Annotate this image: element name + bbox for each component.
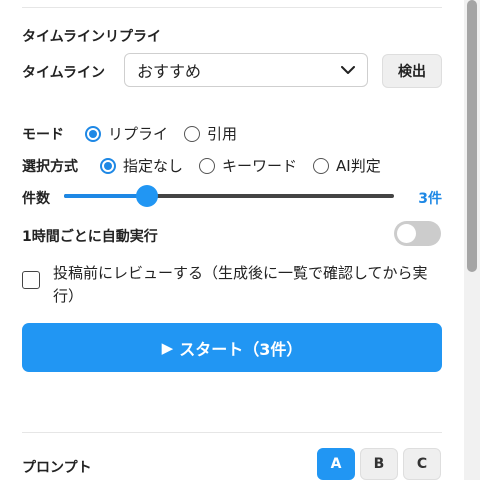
mode-option-reply[interactable]: リプライ (85, 123, 168, 144)
auto-run-toggle[interactable] (394, 221, 441, 246)
mode-radio-group: リプライ 引用 (85, 123, 253, 144)
radio-selected-icon[interactable] (85, 125, 101, 142)
radio-unselected-icon[interactable] (184, 125, 201, 142)
selection-option-label: AI判定 (336, 157, 381, 175)
selection-option-keyword[interactable]: キーワード (199, 155, 297, 176)
timeline-select-value: おすすめ (137, 62, 202, 81)
radio-selected-icon[interactable] (100, 157, 116, 174)
start-button-label: スタート（3件） (179, 339, 303, 359)
prompt-tab-a[interactable]: A (317, 448, 355, 480)
timeline-label: タイムライン (22, 65, 106, 81)
radio-unselected-icon[interactable] (199, 157, 216, 174)
mode-option-label: 引用 (207, 125, 238, 143)
selection-option-label: キーワード (222, 157, 298, 175)
prompt-tab-c[interactable]: C (403, 448, 441, 480)
radio-unselected-icon[interactable] (313, 157, 330, 174)
timeline-select[interactable]: おすすめ (124, 53, 368, 87)
scrollbar-thumb[interactable] (467, 0, 477, 272)
section-divider (22, 432, 442, 433)
selection-option-label: 指定なし (123, 157, 184, 175)
toggle-knob (397, 224, 416, 243)
section-title: タイムラインリプライ (22, 29, 162, 45)
selection-radio-group: 指定なし キーワード AI判定 (100, 155, 397, 176)
selection-option-ai[interactable]: AI判定 (313, 155, 381, 176)
start-button[interactable]: ▶ スタート（3件） (22, 323, 442, 372)
play-icon: ▶ (161, 338, 174, 357)
selection-label: 選択方式 (22, 159, 78, 175)
selection-option-none[interactable]: 指定なし (100, 155, 183, 176)
review-label[interactable]: 投稿前にレビューする（生成後に一覧で確認してから実行） (53, 262, 443, 308)
top-divider (22, 7, 442, 8)
auto-run-label: 1時間ごとに自動実行 (22, 229, 158, 245)
review-checkbox[interactable] (22, 271, 40, 289)
scrollbar-track[interactable] (464, 0, 480, 480)
mode-option-quote[interactable]: 引用 (184, 123, 237, 144)
settings-panel: タイムラインリプライ タイムライン おすすめ 検出 モード リプライ 引用 選択… (0, 0, 464, 480)
count-slider-fill (64, 194, 147, 198)
mode-label: モード (22, 127, 64, 143)
mode-option-label: リプライ (108, 125, 169, 143)
detect-button[interactable]: 検出 (382, 54, 442, 88)
count-value: 3件 (418, 191, 442, 207)
count-slider-thumb[interactable] (135, 185, 158, 207)
chevron-down-icon (341, 65, 355, 75)
prompt-tab-b[interactable]: B (360, 448, 398, 480)
count-label: 件数 (22, 191, 50, 207)
prompt-label: プロンプト (22, 460, 92, 476)
